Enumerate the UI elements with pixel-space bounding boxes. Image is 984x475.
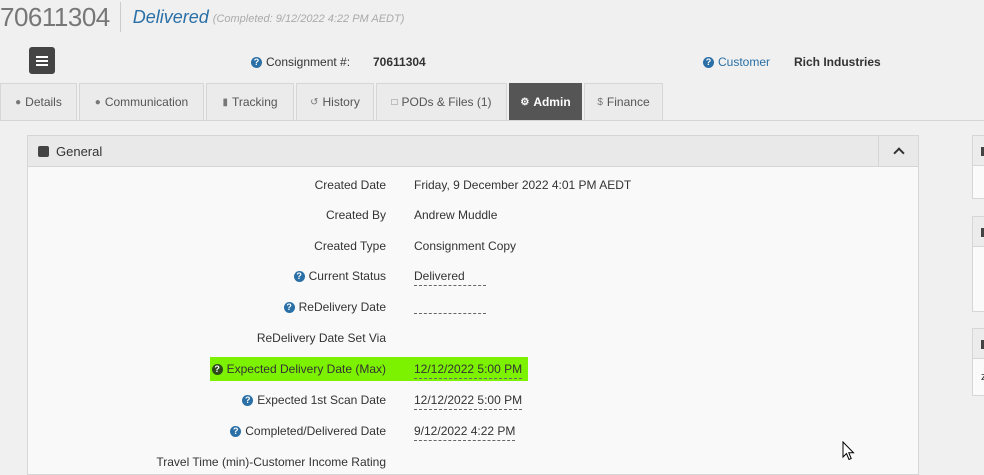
panel-title: General [56,143,103,159]
field-value-wrap: 12/12/2022 5:00 PM [414,393,523,410]
consignment-info: ? Consignment #: [251,55,350,69]
question-icon[interactable]: ? [251,56,262,68]
field-label: ? Expected Delivery Date (Max) [211,362,386,376]
dollar-icon: $ [597,96,603,108]
question-icon[interactable]: ? [293,270,305,282]
question-icon[interactable]: ? [242,394,254,406]
side-panel-stub [972,216,984,312]
field-label: ? Completed/Delivered Date [230,424,386,438]
customer-label[interactable]: Customer [718,55,770,69]
field-value-wrap: 9/12/2022 4:22 PM [414,424,516,441]
field-row-highlighted: ? Expected Delivery Date (Max) 12/12/202… [28,358,918,380]
field-row: ? Completed/Delivered Date 9/12/2022 4:2… [28,420,918,442]
field-value: Friday, 9 December 2022 4:01 PM AEDT [414,178,632,192]
user-icon: ● [15,96,22,108]
question-icon[interactable]: ? [703,56,714,68]
field-row: ? Expected 1st Scan Date 12/12/2022 5:00… [28,389,918,411]
field-label-text: Expected Delivery Date (Max) [226,362,386,376]
tab-label: Communication [104,95,189,109]
comment-icon: ● [94,96,101,108]
gear-icon: ⚙ [520,96,530,108]
redelivery-date-editable[interactable] [414,300,486,314]
tab-label: Finance [606,95,650,109]
field-label-text: ReDelivery Date [298,300,386,314]
tab-pods-files[interactable]: □ PODs & Files (1) [376,83,507,120]
completed-note: (Completed: 9/12/2022 4:22 PM AEDT) [212,13,405,25]
tab-details[interactable]: ● Details [0,83,77,120]
field-row: Created Type Consignment Copy [28,235,918,257]
side-panel-stub: z [972,328,984,396]
field-row: Created By Andrew Muddle [28,204,918,226]
field-value-wrap: 12/12/2022 5:00 PM [414,362,523,379]
tab-label: Tracking [231,95,278,109]
hamburger-icon [36,55,48,66]
chevron-up-icon [892,147,905,159]
tab-tracking[interactable]: ▮ Tracking [206,83,294,120]
truck-icon: ▮ [222,96,228,108]
consignment-value-wrap: 70611304 [373,55,426,69]
field-row: ? ReDelivery Date [28,296,918,318]
field-label: ? ReDelivery Date [283,300,386,314]
side-panel-header[interactable] [973,217,984,247]
field-label: Created By [325,208,386,222]
mouse-cursor-icon [842,441,855,461]
history-icon: ↺ [310,96,319,108]
completed-date-editable[interactable]: 9/12/2022 4:22 PM [414,424,516,441]
tab-divider [0,120,984,121]
field-label-text: Completed/Delivered Date [245,424,386,438]
tab-history[interactable]: ↺ History [296,83,374,120]
file-icon: □ [391,96,398,108]
field-label: ? Current Status [293,269,386,283]
customer-info: ? Customer [703,55,770,69]
status-title: Delivered [132,6,209,27]
side-panel-header[interactable] [973,136,984,166]
tab-label: Details [25,95,62,109]
tab-label: PODs & Files (1) [401,95,492,109]
question-icon[interactable]: ? [230,425,242,437]
tab-label: Admin [533,95,571,109]
customer-value-wrap: Rich Industries [794,55,881,69]
field-row: Travel Time (min)-Customer Income Rating [28,451,918,473]
consignment-label: Consignment #: [266,55,351,69]
question-icon[interactable]: ? [211,363,223,375]
expected-delivery-date-editable[interactable]: 12/12/2022 5:00 PM [414,362,523,379]
tab-admin[interactable]: ⚙ Admin [509,83,582,120]
tab-communication[interactable]: ● Communication [79,83,204,120]
tab-label: History [322,95,360,109]
field-value-wrap: Delivered [414,269,486,286]
consignment-number-title: 70611304 [0,2,110,32]
field-value-wrap [414,300,486,317]
general-panel: General Created Date Friday, 9 December … [27,135,919,475]
header-divider [119,2,121,32]
tab-finance[interactable]: $ Finance [584,83,663,120]
field-label: ReDelivery Date Set Via [256,331,386,345]
field-label: Travel Time (min)-Customer Income Rating [156,455,386,469]
tab-bar: ● Details ● Communication ▮ Tracking ↺ H… [0,83,665,120]
consignment-value: 70611304 [373,55,426,69]
field-label-text: Expected 1st Scan Date [257,393,386,407]
question-icon[interactable]: ? [283,301,295,313]
field-label: Created Date [314,178,386,192]
panel-header[interactable]: General [28,136,918,167]
menu-button[interactable] [29,47,55,74]
current-status-editable[interactable]: Delivered [414,269,486,286]
field-value: Andrew Muddle [414,208,498,222]
field-label-text: Current Status [308,269,386,283]
customer-value: Rich Industries [794,55,881,69]
square-icon [38,145,49,157]
side-panel-stub [972,135,984,199]
field-row: Created Date Friday, 9 December 2022 4:0… [28,174,918,196]
field-row: ReDelivery Date Set Via [28,327,918,349]
field-value: Consignment Copy [414,239,517,253]
side-panel-header[interactable] [973,329,984,359]
field-label: ? Expected 1st Scan Date [242,393,386,407]
collapse-button[interactable] [878,136,918,166]
field-label: Created Type [314,239,386,253]
page-header: 70611304 Delivered (Completed: 9/12/2022… [0,0,404,34]
expected-first-scan-editable[interactable]: 12/12/2022 5:00 PM [414,393,523,410]
field-row: ? Current Status Delivered [28,265,918,287]
